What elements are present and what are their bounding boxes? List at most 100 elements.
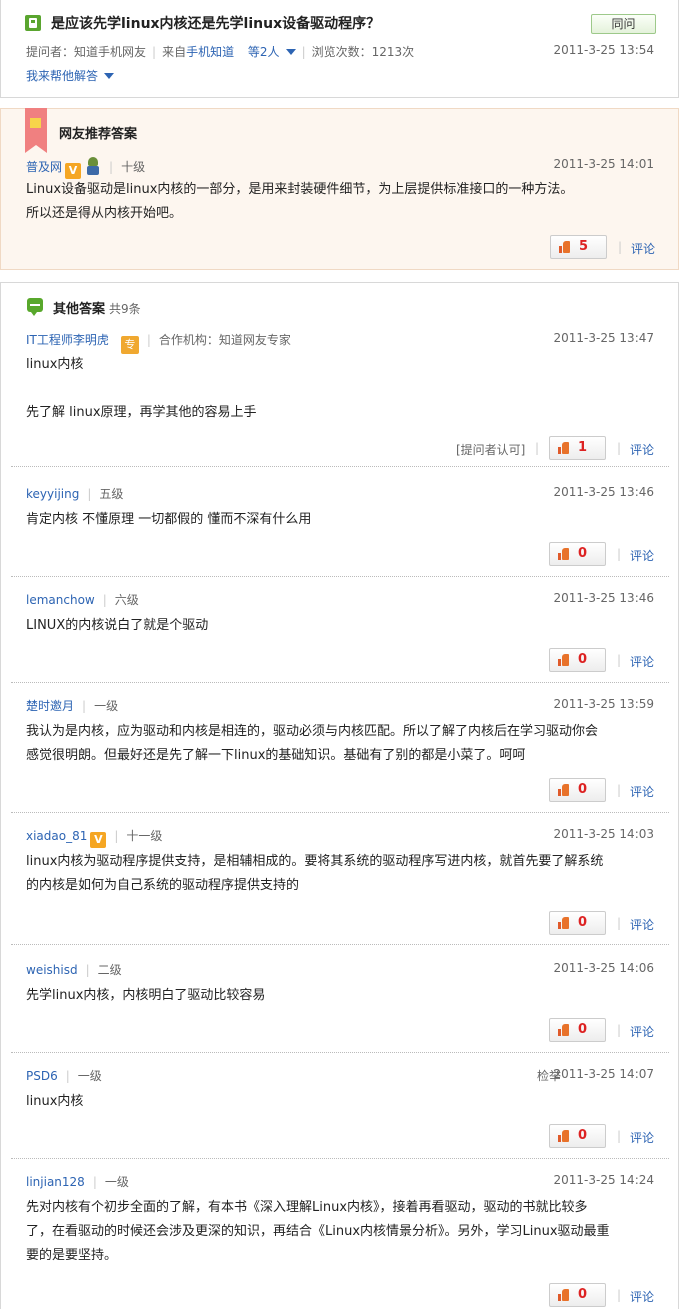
thumbs-up-icon <box>558 442 569 454</box>
upvote-button[interactable]: 0 <box>549 778 606 802</box>
answer-meta: 楚时邀月 | 一级 <box>26 699 119 713</box>
help-answer-link[interactable]: 我来帮他解答 <box>26 67 115 84</box>
answer-text-line: 的内核是如何为自己系统的驱动程序提供支持的 <box>26 878 300 893</box>
upvote-button[interactable]: 0 <box>549 1283 606 1307</box>
comment-link[interactable]: 评论 <box>631 240 655 257</box>
chevron-down-icon[interactable] <box>285 49 296 55</box>
answer-text-line: linux内核 <box>26 1094 84 1109</box>
answer-date: 2011-3-25 14:06 <box>553 961 655 975</box>
user-level: 一级 <box>104 1175 129 1189</box>
answer-text-line: 先对内核有个初步全面的了解，有本书《深入理解Linux内核》，接着再看驱动，驱动… <box>26 1200 588 1215</box>
answer-text-line: LINUX的内核说白了就是个驱动 <box>26 618 209 633</box>
user-level: 十一级 <box>126 829 163 843</box>
avatar-icon <box>85 157 101 175</box>
user-link[interactable]: weishisd <box>26 963 78 977</box>
chevron-down-icon[interactable] <box>104 73 115 79</box>
answer-meta: keyyijing | 五级 <box>26 487 124 501</box>
comment-link[interactable]: 评论 <box>630 653 654 670</box>
thumbs-up-icon <box>558 654 569 666</box>
user-link[interactable]: linjian128 <box>26 1175 85 1189</box>
upvote-button[interactable]: 0 <box>549 542 606 566</box>
answer-text-line: 感觉很明朗。但最好还是先了解一下linux的基础知识。基础有了别的都是小菜了。呵… <box>26 748 526 763</box>
recommended-answer: 网友推荐答案 普及网 V | 十级 2011-3-25 14:01 Linux设备驱动… <box>0 108 679 270</box>
question-box: 是应该先学linux内核还是先学linux设备驱动程序？ 同问 提问者：知道手机… <box>0 0 679 98</box>
answer-text-line: Linux设备驱动是linux内核的一部分，是用来封装硬件细节，为上层提供标准接… <box>26 182 574 197</box>
answer-meta: weishisd | 二级 <box>26 963 122 977</box>
question-date: 2011-3-25 13:54 <box>553 43 655 57</box>
answer-date: 2011-3-25 13:59 <box>553 697 655 711</box>
source-link[interactable]: 手机知道 <box>186 45 234 59</box>
answer-item: xiadao_81 V | 十一级 2011-3-25 14:03 linux内核为驱… <box>11 825 669 945</box>
comment-link[interactable]: 评论 <box>630 783 654 800</box>
answer-item: IT工程师李明虎专 | 合作机构：知道网友专家 2011-3-25 13:47 li… <box>11 329 669 467</box>
thumbs-up-icon <box>558 1130 569 1142</box>
answer-date: 2011-3-25 14:03 <box>553 827 655 841</box>
answer-text-line: 肯定内核 不懂原理 一切都假的 懂而不深有什么用 <box>26 512 312 527</box>
answer-date: 2011-3-25 14:24 <box>553 1173 655 1187</box>
answer-text-line: 要的是要坚持。 <box>26 1248 118 1263</box>
thumbs-up-icon <box>559 241 570 253</box>
same-question-button[interactable]: 同问 <box>591 14 656 34</box>
user-link[interactable]: keyyijing <box>26 487 79 501</box>
comment-link[interactable]: 评论 <box>630 916 654 933</box>
ribbon-icon <box>25 108 47 153</box>
other-title: 其他答案 共9条 <box>53 302 141 317</box>
user-level: 六级 <box>114 593 139 607</box>
user-level: 一级 <box>77 1069 102 1083</box>
user-level: 十级 <box>121 160 146 174</box>
thumbs-up-icon <box>558 917 569 929</box>
recommended-title: 网友推荐答案 <box>59 127 138 142</box>
answer-date: 2011-3-25 13:46 <box>553 591 655 605</box>
upvote-button[interactable]: 1 <box>549 436 606 460</box>
answer-meta: PSD6 | 一级 <box>26 1069 102 1083</box>
source-prefix: 来自 <box>162 45 187 59</box>
answer-date: 2011-3-25 14:07 <box>553 1067 655 1081</box>
upvote-button[interactable]: 0 <box>549 648 606 672</box>
answer-text-line: 先了解 linux原理，再学其他的容易上手 <box>26 405 257 420</box>
comment-link[interactable]: 评论 <box>630 1129 654 1146</box>
user-level: 二级 <box>97 963 122 977</box>
user-link[interactable]: xiadao_81 <box>26 829 87 843</box>
answer-meta: xiadao_81 V | 十一级 <box>26 829 163 848</box>
upvote-button[interactable]: 0 <box>549 911 606 935</box>
org-label[interactable]: 合作机构：知道网友专家 <box>159 333 291 347</box>
upvote-button[interactable]: 0 <box>549 1124 606 1148</box>
other-answers: 其他答案 共9条 IT工程师李明虎专 | 合作机构：知道网友专家 2011-3-25 … <box>0 282 679 1309</box>
answer-text-line: 所以还是得从内核开始吧。 <box>26 206 183 221</box>
answer-text-line: linux内核为驱动程序提供支持，是相辅相成的。要将其系统的驱动程序写进内核，就… <box>26 854 604 869</box>
answer-text-line: 了，在看驱动的时候还会涉及更深的知识，再结合《Linux内核情景分析》。另外，学… <box>26 1224 610 1239</box>
verified-icon: V <box>65 163 82 179</box>
answer-meta: linjian128 | 一级 <box>26 1175 129 1189</box>
comment-link[interactable]: 评论 <box>630 1023 654 1040</box>
thumbs-up-icon <box>558 1289 569 1301</box>
question-title: 是应该先学linux内核还是先学linux设备驱动程序？ <box>51 16 381 32</box>
user-link[interactable]: IT工程师李明虎 <box>26 333 109 347</box>
thumbs-up-icon <box>558 548 569 560</box>
upvote-button[interactable]: 5 <box>550 235 607 259</box>
expert-icon: 专 <box>120 336 139 354</box>
user-link[interactable]: 楚时邀月 <box>26 699 74 713</box>
chat-icon <box>27 298 43 316</box>
verified-icon: V <box>90 832 107 848</box>
comment-link[interactable]: 评论 <box>630 441 654 458</box>
answer-meta: IT工程师李明虎专 | 合作机构：知道网友专家 <box>26 331 291 354</box>
answer-item: linjian128 | 一级 2011-3-25 14:24 先对内核有个初步全面… <box>11 1171 669 1310</box>
upvote-button[interactable]: 0 <box>549 1018 606 1042</box>
user-link[interactable]: 普及网 <box>26 160 62 174</box>
view-count: 浏览次数：1213次 <box>311 45 415 59</box>
comment-link[interactable]: 评论 <box>630 1288 654 1305</box>
answer-text-line: 先学linux内核，内核明白了驱动比较容易 <box>26 988 266 1003</box>
people-link[interactable]: 等2人 <box>248 45 280 59</box>
answer-item: weishisd | 二级 2011-3-25 14:06 先学linux内核，内核… <box>11 959 669 1053</box>
question-meta: 提问者：知道手机网友 | 来自手机知道 等2人 | 浏览次数：1213次 <box>26 45 415 59</box>
user-level: 一级 <box>94 699 119 713</box>
user-link[interactable]: lemanchow <box>26 593 95 607</box>
answer-date: 2011-3-25 13:46 <box>553 485 655 499</box>
approved-label: [提问者认可] <box>456 443 526 457</box>
answer-item: keyyijing | 五级 2011-3-25 13:46 肯定内核 不懂原理 一… <box>11 483 669 577</box>
answer-item: 楚时邀月 | 一级 2011-3-25 13:59 我认为是内核，应为驱动和内核是相… <box>11 695 669 813</box>
comment-link[interactable]: 评论 <box>630 547 654 564</box>
user-link[interactable]: PSD6 <box>26 1069 58 1083</box>
phone-icon <box>25 15 41 31</box>
answer-date: 2011-3-25 13:47 <box>553 331 655 345</box>
